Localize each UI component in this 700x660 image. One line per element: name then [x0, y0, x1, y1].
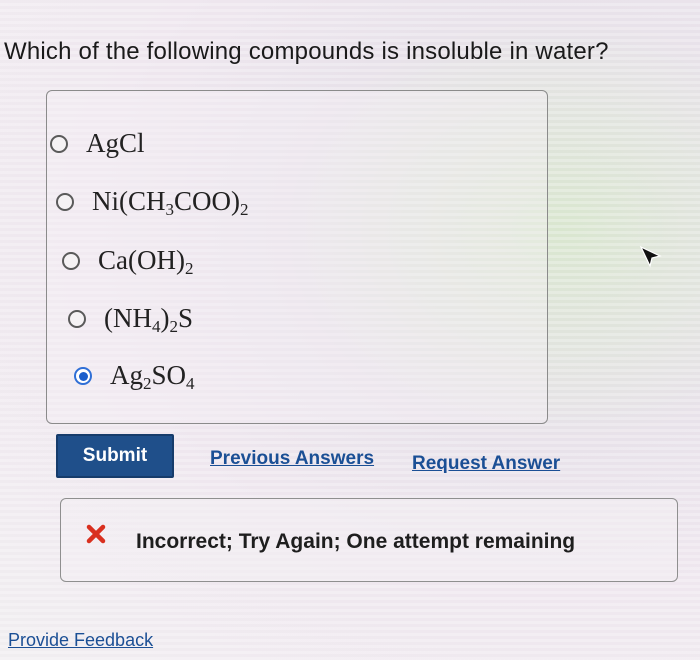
mouse-cursor-icon: [639, 245, 662, 268]
x-icon: [86, 524, 106, 544]
previous-answers-link[interactable]: Previous Answers: [210, 448, 374, 470]
choice-calcium-hydroxide[interactable]: Ca(OH)2: [62, 245, 194, 278]
choice-silver-sulfate[interactable]: Ag2SO4: [74, 360, 195, 393]
choice-agcl[interactable]: AgCl: [50, 128, 145, 159]
radio-button[interactable]: [50, 134, 68, 153]
choice-label: (NH4)2S: [104, 303, 194, 336]
choice-label: Ni(CH3COO)2: [92, 186, 249, 219]
choice-ammonium-sulfide[interactable]: (NH4)2S: [68, 303, 194, 336]
question-text: Which of the following compounds is inso…: [4, 38, 609, 65]
choice-label: Ca(OH)2: [98, 245, 194, 278]
radio-button-selected[interactable]: [74, 366, 92, 385]
choice-nickel-acetate[interactable]: Ni(CH3COO)2: [56, 186, 249, 219]
request-answer-link[interactable]: Request Answer: [412, 453, 560, 475]
choice-label: AgCl: [86, 128, 145, 158]
choice-label: Ag2SO4: [110, 360, 195, 393]
submit-button[interactable]: Submit: [56, 434, 174, 478]
radio-button[interactable]: [68, 309, 86, 328]
radio-button[interactable]: [56, 192, 74, 211]
feedback-message: Incorrect; Try Again; One attempt remain…: [136, 530, 576, 553]
radio-button[interactable]: [62, 251, 80, 270]
provide-feedback-link[interactable]: Provide Feedback: [8, 630, 153, 651]
